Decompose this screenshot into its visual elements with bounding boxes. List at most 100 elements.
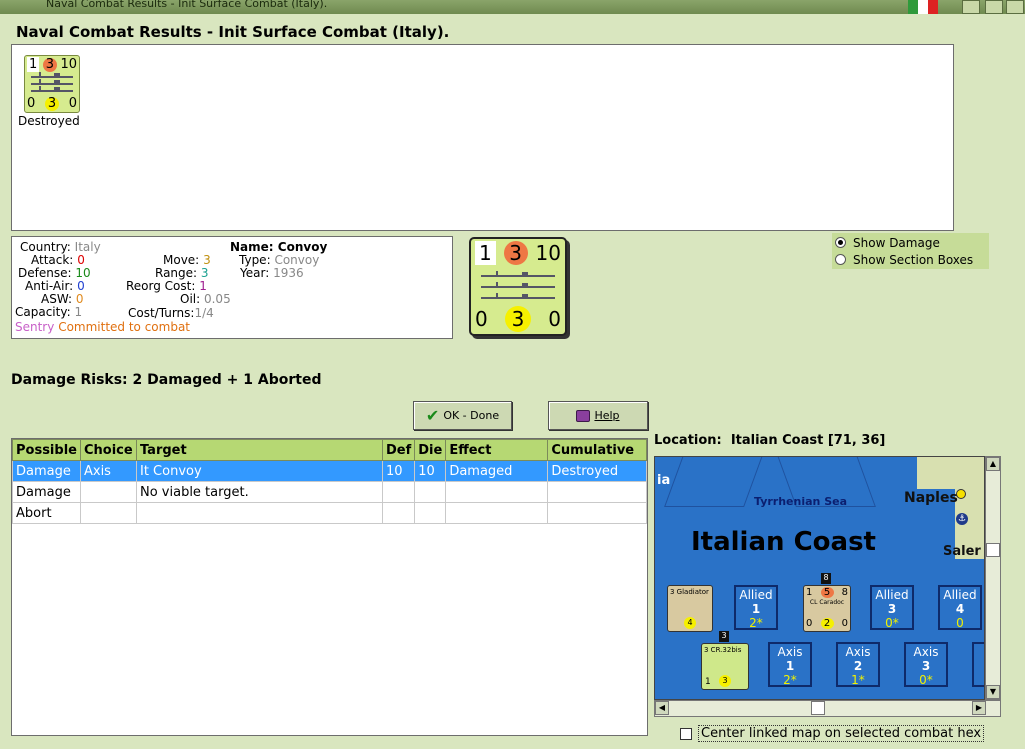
cell-possible: Damage [12, 481, 81, 503]
reorg-label: Reorg Cost: [126, 279, 196, 293]
scroll-right-icon[interactable]: ▶ [972, 701, 986, 715]
map-unit-gladiator[interactable]: 3 Gladiator 4 [667, 585, 713, 632]
map-unit-cr32[interactable]: 3 CR.32bis 1 3 [701, 643, 749, 690]
col-choice[interactable]: Choice [79, 439, 137, 461]
unit-name: 3 CR.32bis [704, 646, 742, 654]
center-map-checkbox[interactable] [680, 727, 692, 740]
scroll-down-icon[interactable]: ▼ [986, 685, 1000, 699]
anchor-icon: ⚓ [956, 513, 968, 525]
section-box-axis-3[interactable]: Axis 3 0* [904, 642, 948, 687]
box-side: Axis [845, 645, 871, 659]
ok-done-label: OK - Done [443, 409, 500, 422]
attack-value: 0 [77, 253, 85, 267]
cell-def [381, 481, 416, 503]
costturns-value: 1/4 [194, 306, 214, 320]
reorg-value: 1 [199, 279, 207, 293]
cell-cumulative: Destroyed [547, 460, 647, 482]
big-counter-bot-mid: 3 [505, 306, 531, 332]
box-num: 3 [921, 659, 931, 673]
cell-cumulative [547, 481, 647, 503]
col-die[interactable]: Die [414, 439, 447, 461]
section-box-allied-3[interactable]: Allied 3 0* [870, 585, 914, 630]
table-row[interactable]: Damage No viable target. [12, 481, 647, 503]
costturns-label: Cost/Turns: [128, 306, 195, 320]
country-value: Italy [74, 240, 101, 254]
minimize-button[interactable] [962, 0, 980, 14]
antiair-value: 0 [77, 279, 85, 293]
asw-label: ASW: [41, 292, 73, 306]
show-damage-option[interactable]: Show Damage [832, 234, 989, 251]
box-side: Allied [739, 588, 773, 602]
cell-target: No viable target. [135, 481, 383, 503]
center-map-option[interactable]: Center linked map on selected combat hex [680, 725, 985, 742]
asw-value: 0 [75, 292, 84, 306]
section-box-allied-4[interactable]: Allied 4 0 [938, 585, 982, 630]
ship-icon [481, 271, 555, 304]
table-row[interactable]: Abort [12, 502, 647, 524]
antiair-label: Anti-Air: [25, 279, 74, 293]
name-value: Convoy [277, 240, 328, 254]
counter-bot-right: 0 [68, 96, 77, 111]
box-side: Axis [777, 645, 803, 659]
cell-possible: Damage [12, 460, 81, 482]
unit-bot-mid: 3 [719, 675, 731, 687]
table-row[interactable]: Damage Axis It Convoy 10 10 Damaged Dest… [12, 460, 647, 482]
counter-top-left: 1 [27, 57, 40, 72]
section-box-allied-1[interactable]: Allied 1 2* [734, 585, 778, 630]
section-box-axis-2[interactable]: Axis 2 1* [836, 642, 880, 687]
col-possible[interactable]: Possible [12, 439, 81, 461]
city-marker-icon [956, 489, 966, 499]
unit-bot-right: 0 [841, 618, 848, 629]
close-button[interactable] [1006, 0, 1024, 14]
move-label: Move: [163, 253, 200, 267]
oil-label: Oil: [180, 292, 201, 306]
col-target[interactable]: Target [135, 439, 383, 461]
region-title: Italian Coast [691, 527, 876, 557]
map-horizontal-scrollbar[interactable]: ◀ ▶ [654, 700, 1001, 717]
counter-bot-mid: 3 [45, 96, 59, 111]
maximize-button[interactable] [985, 0, 1003, 14]
counter-top-mid: 3 [42, 57, 57, 72]
ok-done-button[interactable]: ✔ OK - Done [413, 401, 512, 430]
box-side: Allied [875, 588, 909, 602]
section-box-axis-1[interactable]: Axis 1 2* [768, 642, 812, 687]
col-effect[interactable]: Effect [445, 439, 549, 461]
map-unit-caradoc[interactable]: 1 5 8 CL Caradoc 0 2 0 [803, 585, 851, 632]
scroll-thumb[interactable] [986, 543, 1000, 557]
unit-bot-left: 1 [705, 677, 711, 687]
unit-counter[interactable]: 1 3 10 0 3 0 [24, 55, 80, 113]
capacity-label: Capacity: [15, 305, 71, 319]
land-area [917, 457, 984, 489]
cell-cumulative [547, 502, 647, 524]
cell-die: 10 [414, 460, 447, 482]
show-section-boxes-option[interactable]: Show Section Boxes [832, 251, 989, 268]
map-vertical-scrollbar[interactable]: ▲ ▼ [985, 456, 1001, 700]
mini-map[interactable]: ia Tyrrhenian Sea Naples ⚓ Saler Italian… [654, 456, 985, 700]
cell-die [414, 502, 447, 524]
show-section-boxes-radio[interactable] [835, 254, 846, 265]
col-cumulative[interactable]: Cumulative [547, 439, 647, 461]
move-value: 3 [203, 253, 211, 267]
range-label: Range: [155, 266, 198, 280]
show-damage-radio[interactable] [835, 237, 846, 248]
scroll-left-icon[interactable]: ◀ [655, 701, 669, 715]
display-options: Show Damage Show Section Boxes [832, 233, 989, 269]
col-def[interactable]: Def [381, 439, 416, 461]
big-counter-top-right: 10 [535, 241, 561, 265]
section-box-partial [972, 642, 984, 687]
show-damage-label: Show Damage [853, 235, 940, 250]
damage-risks: Damage Risks: 2 Damaged + 1 Aborted [11, 372, 322, 388]
results-panel: 1 3 10 0 3 0 Destroyed [11, 44, 954, 231]
cell-effect [445, 502, 549, 524]
cell-target [135, 502, 383, 524]
scroll-up-icon[interactable]: ▲ [986, 457, 1000, 471]
committed-text: Committed to combat [58, 320, 191, 334]
box-num: 1 [751, 602, 761, 616]
box-side: Axis [913, 645, 939, 659]
big-counter-top-mid: 3 [503, 241, 528, 265]
capacity-value: 1 [74, 305, 83, 319]
help-button[interactable]: Help [548, 401, 648, 430]
scroll-thumb[interactable] [811, 701, 825, 715]
cell-def [381, 502, 416, 524]
combat-table: Possible Choice Target Def Die Effect Cu… [11, 438, 648, 736]
